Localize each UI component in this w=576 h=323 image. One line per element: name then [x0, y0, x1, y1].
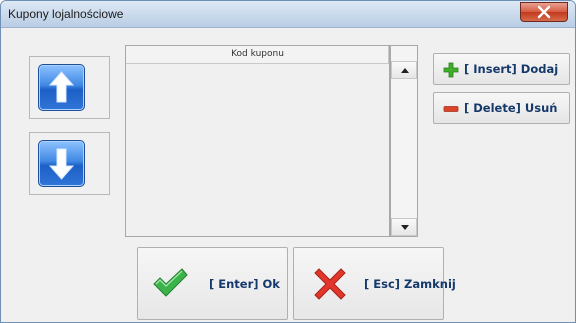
checkmark-icon [153, 268, 188, 297]
column-header-coupon-code[interactable]: Kod kuponu [126, 46, 389, 64]
close-button[interactable] [520, 2, 568, 22]
dialog-body: Kod kuponu [ Insert] Dodaj [ Delete] Usu… [4, 28, 572, 321]
title-bar[interactable]: Kupony lojalnościowe [1, 1, 575, 28]
cancel-button-label: [ Esc] Zamknij [364, 277, 456, 291]
dialog-window: Kupony lojalnościowe Kod kuponu [Insert… [0, 0, 576, 323]
move-up-panel [29, 56, 110, 119]
insert-button-label: [ Insert] Dodaj [464, 62, 559, 76]
column-separator [388, 46, 389, 63]
vertical-scrollbar[interactable] [390, 45, 418, 237]
arrow-down-icon [48, 148, 75, 180]
scroll-up-button[interactable] [391, 61, 417, 79]
insert-button[interactable]: [ Insert] Dodaj [433, 53, 570, 85]
move-up-button[interactable] [38, 64, 85, 111]
coupon-grid[interactable]: Kod kuponu [125, 45, 390, 237]
delete-button[interactable]: [ Delete] Usuń [433, 92, 570, 124]
ok-button-label: [ Enter] Ok [209, 277, 280, 291]
plus-icon [443, 62, 459, 78]
minus-icon [443, 106, 459, 112]
scroll-down-button[interactable] [391, 218, 417, 236]
arrow-up-icon [48, 71, 75, 103]
ok-button[interactable]: [ Enter] Ok [137, 247, 288, 320]
column-header-label: Kod kuponu [231, 49, 284, 59]
window-title: Kupony lojalnościowe [8, 7, 124, 21]
cancel-button[interactable]: [ Esc] Zamknij [293, 247, 456, 320]
scroll-down-icon [401, 225, 409, 230]
cross-icon [314, 268, 346, 300]
move-down-button[interactable] [38, 140, 85, 187]
close-icon [537, 5, 551, 19]
move-down-panel [29, 132, 110, 195]
delete-button-label: [ Delete] Usuń [464, 101, 558, 115]
scroll-up-icon [401, 68, 409, 73]
